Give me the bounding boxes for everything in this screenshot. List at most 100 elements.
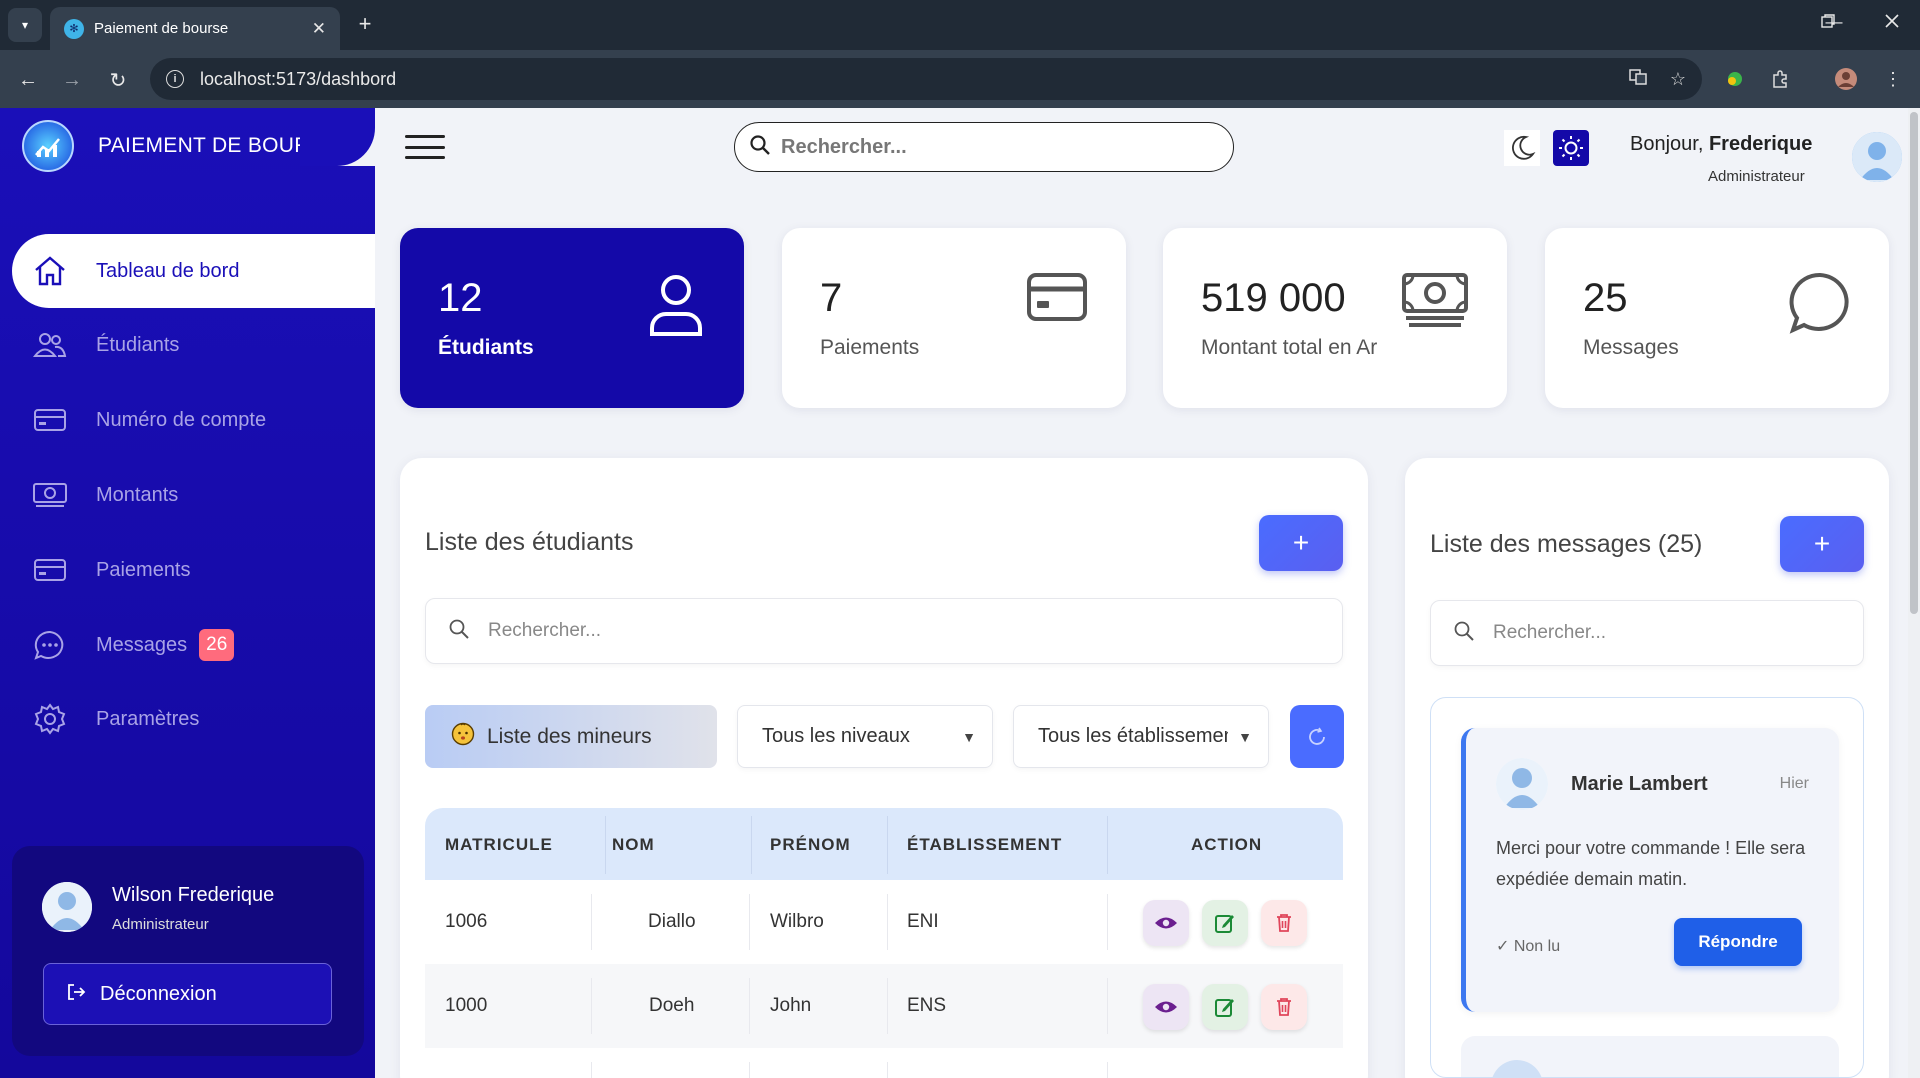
extensions-puzzle-icon[interactable] — [1767, 66, 1793, 92]
students-search[interactable] — [425, 598, 1343, 664]
table-row[interactable]: 1006 Diallo Wilbro ENI — [425, 880, 1343, 964]
sidebar-item-label: Paramètres — [96, 707, 200, 730]
chevron-down-icon: ▼ — [1238, 728, 1252, 745]
extension-leaf-icon[interactable] — [1722, 66, 1748, 92]
translate-icon[interactable] — [1628, 67, 1648, 92]
students-panel-title: Liste des étudiants — [425, 528, 634, 556]
sidebar-user-card: Wilson Frederique Administrateur Déconne… — [12, 846, 364, 1056]
table-row[interactable]: 1000 Doeh John ENS — [425, 964, 1343, 1048]
stat-card-students[interactable]: 12 Étudiants — [400, 228, 744, 408]
home-icon — [32, 253, 68, 289]
active-curve-top — [300, 126, 375, 166]
back-icon[interactable]: ← — [14, 66, 42, 94]
money-icon — [1401, 272, 1469, 333]
tab-close-icon[interactable]: ✕ — [312, 19, 326, 39]
light-mode-sun-icon[interactable] — [1553, 130, 1589, 166]
students-table-header: MATRICULE NOM PRÉNOM ÉTABLISSEMENT ACTIO… — [425, 808, 1343, 880]
browser-menu-icon[interactable]: ⋮ — [1880, 66, 1906, 92]
delete-button[interactable] — [1261, 900, 1307, 946]
view-button[interactable] — [1143, 900, 1189, 946]
messages-panel-title: Liste des messages (25) — [1430, 530, 1703, 558]
chat-dots-icon — [32, 627, 68, 663]
edit-button[interactable] — [1202, 900, 1248, 946]
logout-button[interactable]: Déconnexion — [43, 963, 332, 1025]
search-icon — [749, 134, 771, 161]
restore-icon[interactable] — [1817, 10, 1839, 32]
messages-search-input[interactable] — [1493, 622, 1821, 644]
add-student-button[interactable]: + — [1259, 515, 1343, 571]
column-header[interactable]: PRÉNOM — [770, 835, 851, 855]
message-item[interactable]: Marie Lambert Hier Merci pour votre comm… — [1461, 728, 1839, 1012]
school-filter-value: Tous les établissements — [1038, 725, 1228, 747]
sidebar-item-label: Messages — [96, 633, 188, 656]
level-filter-value: Tous les niveaux — [762, 725, 910, 747]
avatar — [1491, 1060, 1543, 1077]
cell-matricule: 1000 — [445, 995, 488, 1016]
search-icon — [448, 618, 470, 645]
column-header[interactable]: ÉTABLISSEMENT — [907, 835, 1062, 855]
new-tab-icon[interactable]: + — [352, 11, 378, 37]
view-button[interactable] — [1143, 984, 1189, 1030]
stat-value: 519 000 — [1201, 276, 1346, 320]
hamburger-menu-icon[interactable] — [405, 135, 445, 159]
sidebar-item-account-number[interactable]: Numéro de compte — [12, 383, 375, 457]
cell-nom: Doeh — [649, 995, 695, 1016]
credit-card-icon — [32, 552, 68, 588]
add-message-button[interactable]: + — [1780, 516, 1864, 572]
stat-card-messages[interactable]: 25 Messages — [1545, 228, 1889, 408]
column-header[interactable]: MATRICULE — [445, 835, 553, 855]
dark-mode-moon-icon[interactable] — [1504, 130, 1540, 166]
cell-matricule: 1006 — [445, 911, 488, 932]
minors-list-button[interactable]: Liste des mineurs — [425, 705, 717, 768]
delete-button[interactable] — [1261, 984, 1307, 1030]
column-header[interactable]: ACTION — [1191, 835, 1262, 855]
profile-avatar-icon[interactable] — [1833, 66, 1859, 92]
messages-search[interactable] — [1430, 600, 1864, 666]
tab-search-button[interactable]: ▾ — [8, 8, 42, 42]
level-filter-select[interactable]: Tous les niveaux ▼ — [737, 705, 993, 768]
forward-icon[interactable]: → — [58, 66, 86, 94]
url-text: localhost:5173/dashbord — [200, 68, 397, 89]
greeting-user-name: Frederique — [1708, 133, 1813, 155]
avatar[interactable] — [1852, 132, 1902, 182]
students-search-input[interactable] — [488, 620, 1204, 642]
edit-icon — [1215, 999, 1234, 1017]
browser-tab[interactable]: ✻ Paiement de bourse ✕ — [50, 7, 340, 50]
stat-card-payments[interactable]: 7 Paiements — [782, 228, 1126, 408]
sidebar-item-students[interactable]: Étudiants — [12, 308, 375, 382]
plus-icon: + — [1292, 527, 1310, 558]
sidebar-item-messages[interactable]: Messages 26 — [12, 608, 375, 682]
site-info-icon[interactable]: i — [166, 70, 184, 88]
brand[interactable]: PAIEMENT DE BOURSE — [22, 120, 338, 172]
stat-card-total-amount[interactable]: 519 000 Montant total en Ar — [1163, 228, 1507, 408]
sidebar-item-settings[interactable]: Paramètres — [12, 682, 375, 756]
reply-button[interactable]: Répondre — [1674, 918, 1802, 966]
baby-face-icon — [451, 722, 475, 752]
refresh-button[interactable] — [1290, 705, 1344, 768]
url-field[interactable]: i localhost:5173/dashbord ☆ — [150, 58, 1702, 100]
header-search-input[interactable] — [781, 135, 1201, 159]
minors-list-label: Liste des mineurs — [487, 724, 652, 748]
reload-icon[interactable]: ↻ — [104, 66, 132, 94]
page-scrollbar[interactable] — [1908, 108, 1920, 1078]
close-window-icon[interactable] — [1881, 10, 1903, 32]
column-header[interactable]: NOM — [612, 835, 655, 855]
message-date: Hier — [1779, 775, 1809, 792]
edit-button[interactable] — [1202, 984, 1248, 1030]
cell-etablissement: ENI — [907, 911, 939, 932]
sidebar-item-label: Paiements — [96, 558, 191, 581]
sidebar-item-payments[interactable]: Paiements — [12, 533, 375, 607]
sidebar-item-dashboard[interactable]: Tableau de bord — [12, 234, 375, 308]
stat-label: Étudiants — [438, 336, 534, 359]
scrollbar-thumb[interactable] — [1910, 112, 1918, 614]
school-filter-select[interactable]: Tous les établissements ▼ — [1013, 705, 1269, 768]
message-status: ✓ Non lu — [1496, 938, 1561, 955]
header-search[interactable] — [734, 122, 1234, 172]
sidebar-item-amounts[interactable]: Montants — [12, 458, 375, 532]
bookmark-star-icon[interactable]: ☆ — [1670, 69, 1686, 90]
cell-etablissement: ENS — [907, 995, 947, 1016]
cell-prenom: John — [770, 995, 812, 1016]
table-row[interactable] — [425, 1048, 1343, 1078]
messages-count-badge: 26 — [199, 629, 235, 661]
message-item[interactable] — [1461, 1036, 1839, 1077]
